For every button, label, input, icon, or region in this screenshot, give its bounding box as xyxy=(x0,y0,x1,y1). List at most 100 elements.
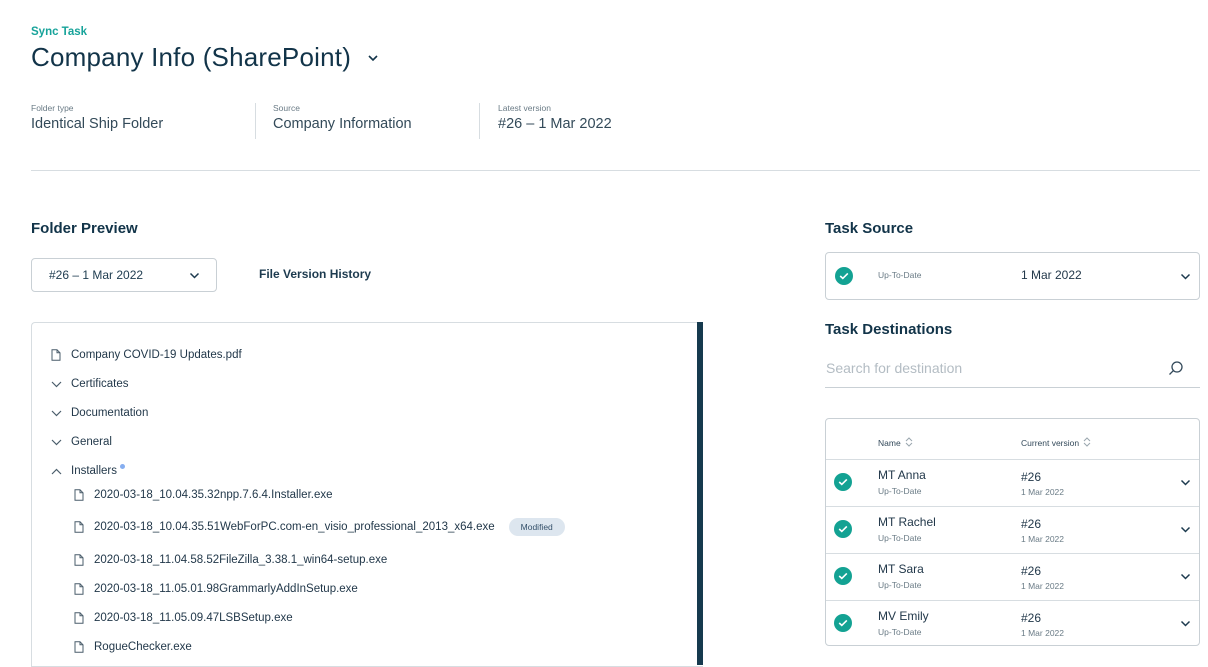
tree-file[interactable]: 2020-03-18_10.04.35.51WebForPC.com-en_vi… xyxy=(73,517,565,537)
header-divider xyxy=(31,170,1200,171)
chevron-down-icon[interactable] xyxy=(1178,569,1192,583)
chevron-down-icon[interactable] xyxy=(1178,475,1192,489)
meta-label: Source xyxy=(273,103,300,113)
tree-file[interactable]: RogueChecker.exe xyxy=(73,637,192,657)
file-icon xyxy=(73,488,85,502)
destination-date: 1 Mar 2022 xyxy=(1021,487,1064,497)
check-circle-icon xyxy=(834,614,852,632)
source-status: Up-To-Date xyxy=(878,270,922,280)
chevron-down-icon xyxy=(50,435,62,449)
destinations-table: Name Current version MT Anna Up-To-Date … xyxy=(825,418,1200,646)
tree-item-label: 2020-03-18_10.04.35.32npp.7.6.4.Installe… xyxy=(94,489,333,501)
tree-folder[interactable]: General xyxy=(50,432,112,452)
folder-tree: Company COVID-19 Updates.pdf Certificate… xyxy=(31,322,703,667)
chevron-down-icon[interactable] xyxy=(1178,522,1192,536)
destination-version: #26 xyxy=(1021,611,1042,625)
destination-version: #26 xyxy=(1021,517,1042,531)
file-icon xyxy=(73,520,85,534)
table-header: Name Current version xyxy=(826,419,1199,460)
meta-value: Company Information xyxy=(273,116,412,132)
destination-name: MT Rachel xyxy=(878,515,936,529)
chevron-down-icon xyxy=(189,268,200,282)
destination-name: MT Sara xyxy=(878,562,924,576)
destination-date: 1 Mar 2022 xyxy=(1021,581,1064,591)
page-eyebrow: Sync Task xyxy=(31,26,88,38)
divider xyxy=(479,103,480,139)
table-row[interactable]: MV Emily Up-To-Date #26 1 Mar 2022 xyxy=(826,600,1199,645)
file-icon xyxy=(73,640,85,654)
destination-status: Up-To-Date xyxy=(878,580,922,590)
column-header-label: Current version xyxy=(1021,438,1080,448)
meta-value: #26 – 1 Mar 2022 xyxy=(498,116,612,132)
column-header-version[interactable]: Current version xyxy=(1021,437,1091,449)
search-icon[interactable] xyxy=(1168,360,1184,381)
unread-dot xyxy=(120,463,126,469)
destination-name: MT Anna xyxy=(878,468,926,482)
chevron-down-icon xyxy=(50,377,62,391)
version-select[interactable]: #26 – 1 Mar 2022 xyxy=(31,258,217,292)
chevron-down-icon xyxy=(50,406,62,420)
tree-item-label: Installers xyxy=(71,465,118,477)
sort-icon xyxy=(1083,437,1091,449)
tree-item-label: RogueChecker.exe xyxy=(94,641,192,653)
sort-icon xyxy=(905,437,913,449)
task-source-select[interactable]: Up-To-Date 1 Mar 2022 xyxy=(825,252,1200,300)
destination-version: #26 xyxy=(1021,470,1042,484)
tree-scrollbar[interactable] xyxy=(697,322,703,665)
task-destinations-title: Task Destinations xyxy=(825,321,953,338)
meta-label: Folder type xyxy=(31,103,74,113)
chevron-up-icon xyxy=(50,464,62,478)
destination-search xyxy=(825,350,1200,388)
meta-folder-type: Folder type Identical Ship Folder xyxy=(31,103,163,132)
file-icon xyxy=(73,553,85,567)
destination-date: 1 Mar 2022 xyxy=(1021,628,1064,638)
meta-value: Identical Ship Folder xyxy=(31,116,164,132)
tree-folder[interactable]: Certificates xyxy=(50,374,129,394)
column-header-name[interactable]: Name xyxy=(878,437,913,449)
tree-item-label: 2020-03-18_11.05.01.98GrammarlyAddInSetu… xyxy=(94,583,358,595)
task-source-title: Task Source xyxy=(825,220,914,237)
modified-badge: Modified xyxy=(508,518,565,536)
tree-file[interactable]: 2020-03-18_11.04.58.52FileZilla_3.38.1_w… xyxy=(73,550,387,570)
table-row[interactable]: MT Sara Up-To-Date #26 1 Mar 2022 xyxy=(826,553,1199,601)
tree-folder[interactable]: Installers xyxy=(50,461,126,481)
folder-preview-title: Folder Preview xyxy=(31,220,138,237)
destination-date: 1 Mar 2022 xyxy=(1021,534,1064,544)
tree-item-label: Company COVID-19 Updates.pdf xyxy=(71,349,242,361)
tree-item-label: 2020-03-18_11.05.09.47LSBSetup.exe xyxy=(94,612,293,624)
tree-file[interactable]: Company COVID-19 Updates.pdf xyxy=(50,345,242,365)
tree-item-label: General xyxy=(71,436,112,448)
page-title: Company Info (SharePoint) xyxy=(31,42,352,72)
tree-item-label: 2020-03-18_10.04.35.51WebForPC.com-en_vi… xyxy=(94,521,495,533)
chevron-down-icon[interactable] xyxy=(365,50,381,66)
file-version-history-link[interactable]: File Version History xyxy=(259,267,371,281)
meta-label: Latest version xyxy=(498,103,551,113)
meta-latest-version: Latest version #26 – 1 Mar 2022 xyxy=(498,103,612,132)
check-circle-icon xyxy=(835,267,853,285)
tree-file[interactable]: 2020-03-18_11.05.09.47LSBSetup.exe xyxy=(73,608,293,628)
destination-status: Up-To-Date xyxy=(878,627,922,637)
file-icon xyxy=(73,582,85,596)
destination-status: Up-To-Date xyxy=(878,533,922,543)
meta-source: Source Company Information xyxy=(273,103,412,132)
destination-name: MV Emily xyxy=(878,609,929,623)
destination-status: Up-To-Date xyxy=(878,486,922,496)
tree-file[interactable]: 2020-03-18_10.04.35.32npp.7.6.4.Installe… xyxy=(73,485,333,505)
destination-version: #26 xyxy=(1021,564,1042,578)
table-row[interactable]: MT Rachel Up-To-Date #26 1 Mar 2022 xyxy=(826,506,1199,554)
task-title-row[interactable]: Company Info (SharePoint) xyxy=(31,42,381,73)
tree-file[interactable]: 2020-03-18_11.05.01.98GrammarlyAddInSetu… xyxy=(73,579,358,599)
chevron-down-icon[interactable] xyxy=(1178,616,1192,630)
tree-item-label: Certificates xyxy=(71,378,129,390)
divider xyxy=(255,103,256,139)
check-circle-icon xyxy=(834,520,852,538)
table-row[interactable]: MT Anna Up-To-Date #26 1 Mar 2022 xyxy=(826,459,1199,507)
tree-folder[interactable]: Documentation xyxy=(50,403,148,423)
tree-item-label: Documentation xyxy=(71,407,149,419)
destination-search-input[interactable] xyxy=(825,358,1157,378)
check-circle-icon xyxy=(834,567,852,585)
check-circle-icon xyxy=(834,473,852,491)
file-icon xyxy=(73,611,85,625)
source-date: 1 Mar 2022 xyxy=(1021,268,1082,282)
tree-item-label: 2020-03-18_11.04.58.52FileZilla_3.38.1_w… xyxy=(94,554,388,566)
